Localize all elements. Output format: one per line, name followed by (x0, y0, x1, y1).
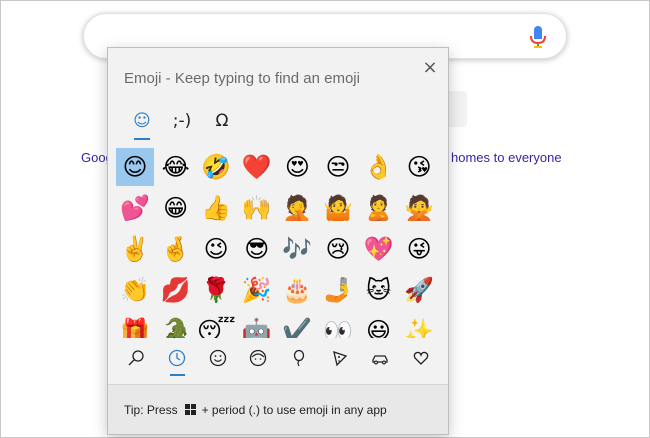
emoji-cell[interactable]: ✨ (400, 312, 438, 338)
emoji-cell[interactable]: 🌹 (197, 271, 235, 309)
emoji-panel: Emoji - Keep typing to find an emoji × ☺… (107, 47, 449, 435)
emoji-cell[interactable]: 🎁 (116, 312, 154, 338)
tab-symbols[interactable]: Ω (202, 104, 242, 138)
emoji-cell[interactable]: ✌️ (116, 230, 154, 268)
tip-suffix: + period (.) to use emoji in any app (201, 402, 387, 417)
search-icon[interactable] (116, 342, 157, 374)
emoji-cell[interactable]: 👏 (116, 271, 154, 309)
tip-prefix: Tip: Press (124, 402, 178, 417)
emoji-cell[interactable]: 🤖 (238, 312, 276, 338)
emoji-cell[interactable]: 🤞 (157, 230, 195, 268)
emoji-cell[interactable]: 🎉 (238, 271, 276, 309)
tab-emoji[interactable]: ☺ (122, 104, 162, 140)
heart-icon[interactable] (401, 342, 442, 374)
emoji-cell[interactable]: 🐊 (157, 312, 195, 338)
microphone-icon[interactable] (528, 25, 548, 49)
emoji-cell[interactable]: 😂 (157, 148, 195, 186)
close-button[interactable]: × (420, 58, 440, 78)
emoji-cell[interactable]: ✔️ (278, 312, 316, 338)
emoji-cell[interactable]: 👍 (197, 189, 235, 227)
panel-title: Emoji - Keep typing to find an emoji (124, 70, 360, 87)
emoji-cell[interactable]: ❤️ (238, 148, 276, 186)
recent-clock-icon[interactable] (157, 342, 198, 376)
people-icon[interactable] (238, 342, 279, 374)
emoji-cell[interactable]: 👌 (360, 148, 398, 186)
emoji-cell[interactable]: 😘 (400, 148, 438, 186)
emoji-cell[interactable]: 😃 (360, 312, 398, 338)
emoji-cell[interactable]: 🤦 (278, 189, 316, 227)
pizza-icon[interactable] (319, 342, 360, 374)
tip-bar: Tip: Press + period (.) to use emoji in … (108, 384, 448, 434)
emoji-cell[interactable]: 🤷 (319, 189, 357, 227)
emoji-cell[interactable]: 💕 (116, 189, 154, 227)
emoji-cell[interactable]: 🎂 (278, 271, 316, 309)
emoji-cell[interactable]: 😜 (400, 230, 438, 268)
emoji-cell[interactable]: 💖 (360, 230, 398, 268)
tab-kaomoji[interactable]: ;-) (162, 104, 202, 138)
emoji-cell[interactable]: 🤳 (319, 271, 357, 309)
emoji-cell[interactable]: 🙅 (400, 189, 438, 227)
emoji-cell[interactable]: 😊 (116, 148, 154, 186)
emoji-cell[interactable]: 💋 (157, 271, 195, 309)
emoji-cell[interactable]: 👀 (319, 312, 357, 338)
emoji-cell[interactable]: 🚀 (400, 271, 438, 309)
background-link-right[interactable]: homes to everyone (451, 150, 562, 165)
emoji-cell[interactable]: 😎 (238, 230, 276, 268)
car-icon[interactable] (360, 342, 401, 374)
windows-key-icon (184, 404, 196, 415)
emoji-cell[interactable]: 🙎 (360, 189, 398, 227)
category-tabs: ☺ ;-) Ω (122, 104, 242, 140)
emoji-cell[interactable]: 🎶 (278, 230, 316, 268)
emoji-cell[interactable]: 😴 (197, 312, 236, 338)
emoji-cell[interactable]: 😁 (157, 189, 195, 227)
emoji-cell[interactable]: 😍 (278, 148, 316, 186)
emoji-grid: 😊 😂 🤣 ❤️ 😍 😒 👌 😘 💕 😁 👍 🙌 🤦 🤷 🙎 🙅 ✌️ 🤞 😉 😎 🎶 😢 💖 😜 👏 💋 🌹 🎉 🎂 🤳 🐱 🚀 🎁 🐊 😴 🤖 ✔️… (116, 148, 442, 338)
emoji-cell[interactable]: 🐱 (360, 271, 398, 309)
emoji-cell[interactable]: 🤣 (197, 148, 235, 186)
smiley-face-icon[interactable] (197, 342, 238, 374)
emoji-category-bar (116, 342, 442, 376)
emoji-cell[interactable]: 😉 (197, 230, 235, 268)
balloon-icon[interactable] (279, 342, 320, 374)
emoji-cell[interactable]: 😢 (319, 230, 357, 268)
emoji-cell[interactable]: 😒 (319, 148, 357, 186)
emoji-cell[interactable]: 🙌 (238, 189, 276, 227)
